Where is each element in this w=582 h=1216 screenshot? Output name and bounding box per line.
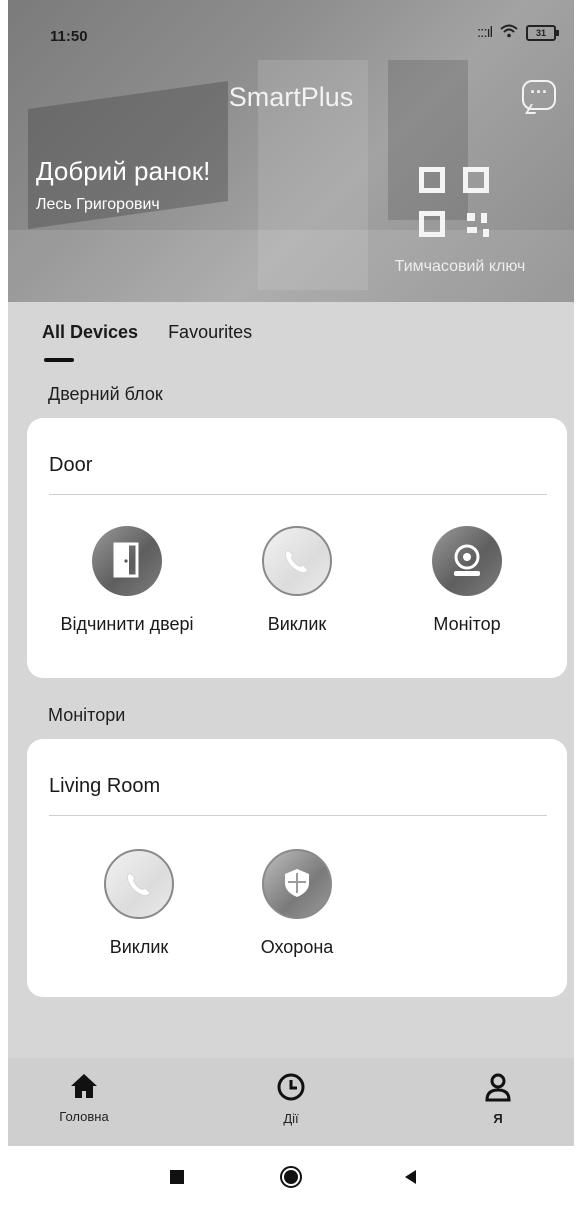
device-card-living-room: Living Room Виклик Охорона xyxy=(27,739,567,997)
tab-all-devices[interactable]: All Devices xyxy=(42,322,138,343)
section-label-door-unit: Дверний блок xyxy=(48,384,163,404)
action-label: Охорона xyxy=(260,937,334,957)
bottom-navigation: Головна Дії Я xyxy=(8,1058,574,1146)
phone-screen: 11:50 :::ıl 31 SmartPlus ··· Добрий рано… xyxy=(8,0,574,1216)
call-button[interactable]: Виклик xyxy=(217,526,377,635)
back-icon[interactable] xyxy=(402,1168,420,1191)
action-label: Виклик xyxy=(267,614,327,634)
nav-item-me[interactable]: Я xyxy=(448,1072,548,1126)
wifi-icon xyxy=(500,24,518,41)
security-button[interactable]: Охорона xyxy=(217,849,377,958)
action-label: Монітор xyxy=(433,614,501,634)
nav-label: Дії xyxy=(283,1111,299,1126)
clock-icon xyxy=(241,1072,341,1107)
tab-favourites[interactable]: Favourites xyxy=(168,322,252,343)
status-time: 11:50 xyxy=(50,28,88,45)
header-banner: 11:50 :::ıl 31 SmartPlus ··· Добрий рано… xyxy=(8,0,574,302)
card-title: Living Room xyxy=(49,775,161,797)
phone-icon xyxy=(104,849,174,919)
section-label-monitors: Монітори xyxy=(48,705,126,725)
temporary-key-label[interactable]: Тимчасовий ключ xyxy=(360,258,560,276)
system-navigation-bar xyxy=(8,1146,574,1216)
home-circle-icon[interactable] xyxy=(278,1164,304,1195)
signal-icon: :::ıl xyxy=(476,24,493,41)
monitor-button[interactable]: Монітор xyxy=(387,526,547,635)
nav-item-actions[interactable]: Дії xyxy=(241,1072,341,1126)
nav-item-home[interactable]: Головна xyxy=(34,1072,134,1124)
call-button[interactable]: Виклик xyxy=(59,849,219,958)
device-card-door: Door Відчинити двері Виклик Монітор xyxy=(27,418,567,678)
greeting-text: Добрий ранок! xyxy=(36,156,211,186)
card-divider xyxy=(49,494,547,495)
stop-icon[interactable] xyxy=(168,1168,186,1191)
camera-icon xyxy=(432,526,502,596)
device-tabs: All Devices Favourites xyxy=(42,322,252,343)
door-icon xyxy=(92,526,162,596)
chat-bubble-icon[interactable]: ··· xyxy=(522,80,556,110)
phone-icon xyxy=(262,526,332,596)
card-title: Door xyxy=(49,454,93,476)
action-label: Відчинити двері xyxy=(60,614,194,634)
status-icons: :::ıl 31 xyxy=(476,24,559,41)
user-name: Лесь Григорович xyxy=(36,196,160,213)
home-icon xyxy=(34,1072,134,1105)
user-icon xyxy=(448,1072,548,1107)
shield-icon xyxy=(262,849,332,919)
action-label: Виклик xyxy=(109,937,169,957)
nav-label: Головна xyxy=(59,1109,109,1124)
battery-icon: 31 xyxy=(526,24,559,41)
active-tab-indicator xyxy=(44,358,74,362)
open-door-button[interactable]: Відчинити двері xyxy=(47,526,207,635)
nav-label: Я xyxy=(493,1111,503,1126)
card-divider xyxy=(49,815,547,816)
qr-code-icon[interactable] xyxy=(415,163,493,241)
app-title: SmartPlus xyxy=(228,82,354,112)
